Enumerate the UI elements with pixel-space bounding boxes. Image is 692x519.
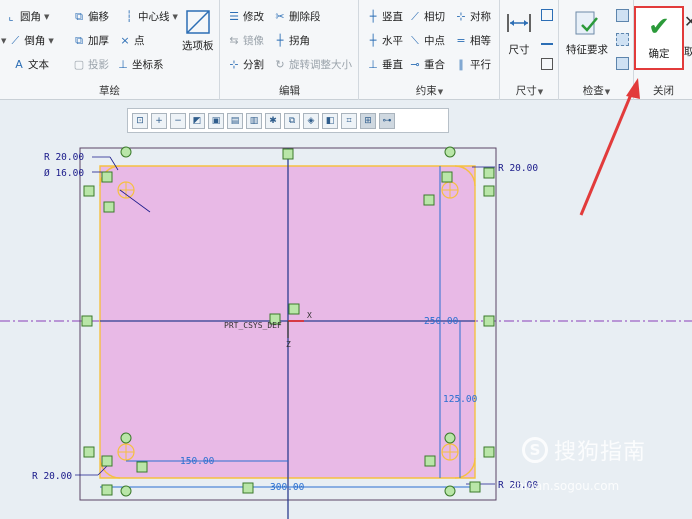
dim-250[interactable]: 250.00	[424, 316, 459, 327]
orient-icon[interactable]: ◧	[322, 112, 338, 129]
view-manager-icon[interactable]: ▥	[246, 112, 262, 129]
view-toolbar: ⊡ + − ◩ ▣ ▤ ▥ ✱ ⧉ ◈ ◧ ⌗ ⊞ ⊶	[127, 108, 449, 133]
datum-display-icon[interactable]: ✱	[265, 112, 281, 129]
watermark-url: zhinan.sogou.com	[510, 479, 620, 493]
dim-diameter[interactable]: Ø 16.00	[44, 168, 84, 179]
sogou-logo-icon: S	[522, 437, 548, 463]
display-style-icon[interactable]: ▣	[208, 112, 224, 129]
dim-radius-top-right[interactable]: R 20.00	[498, 163, 538, 174]
dim-125[interactable]: 125.00	[443, 394, 478, 405]
zoom-out-icon[interactable]: −	[170, 112, 186, 129]
spin-center-icon[interactable]: ◈	[303, 112, 319, 129]
annotation-arrowhead	[626, 78, 640, 99]
refit-icon[interactable]: ⊡	[132, 112, 148, 129]
watermark: S 搜狗指南	[522, 434, 646, 466]
watermark-text: 搜狗指南	[554, 440, 647, 465]
annotation-arrow	[579, 91, 634, 216]
dimension-display-icon[interactable]: ⊶	[379, 112, 395, 129]
x-axis-label: X	[307, 311, 312, 320]
dim-radius-bottom-left[interactable]: R 20.00	[32, 471, 72, 482]
annotation-display-icon[interactable]: ⧉	[284, 112, 300, 129]
dim-300[interactable]: 300.00	[270, 482, 305, 493]
csys-label: PRT_CSYS_DEF	[224, 321, 282, 330]
z-axis-label: Z	[286, 340, 291, 349]
saved-views-icon[interactable]: ▤	[227, 112, 243, 129]
sketch-display-icon[interactable]: ⊞	[360, 112, 376, 129]
dim-150[interactable]: 150.00	[180, 456, 215, 467]
zoom-in-icon[interactable]: +	[151, 112, 167, 129]
repaint-icon[interactable]: ◩	[189, 112, 205, 129]
sketch-view-icon[interactable]: ⌗	[341, 112, 357, 129]
dim-radius-top-left[interactable]: R 20.00	[44, 152, 84, 163]
